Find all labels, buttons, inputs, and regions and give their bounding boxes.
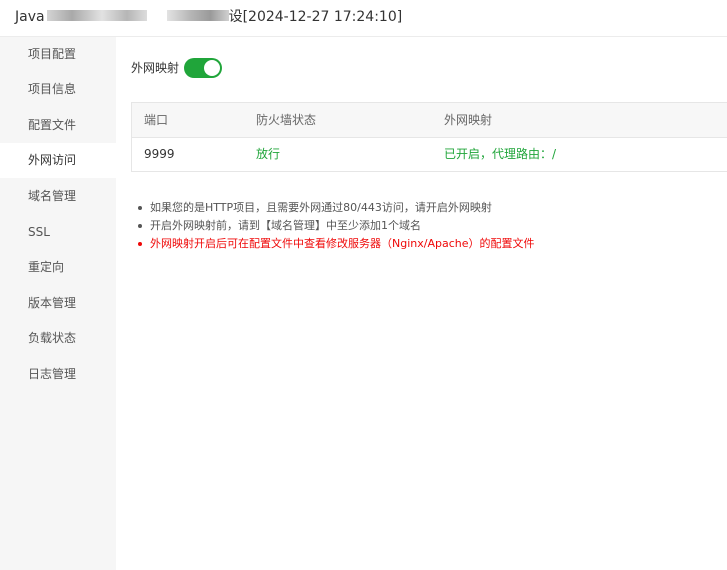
sidebar-item-project-config[interactable]: 项目配置 <box>0 37 116 72</box>
sidebar-item-redirect[interactable]: 重定向 <box>0 250 116 285</box>
main-content: 外网映射 端口 防火墙状态 外网映射 9999 放行 已开启，代理路由：/ 如果… <box>116 37 727 570</box>
sidebar-item-label: SSL <box>28 225 50 239</box>
tip-item: 如果您的是HTTP项目，且需要外网通过80/443访问，请开启外网映射 <box>138 199 698 217</box>
tips-list: 如果您的是HTTP项目，且需要外网通过80/443访问，请开启外网映射 开启外网… <box>138 199 698 253</box>
sidebar-item-label: 项目信息 <box>28 82 77 96</box>
sidebar-item-label: 重定向 <box>28 260 65 274</box>
column-header-port: 端口 <box>144 113 169 127</box>
title-blur-block <box>166 10 229 21</box>
table-header-row: 端口 防火墙状态 外网映射 <box>132 103 727 138</box>
sidebar-item-config-file[interactable]: 配置文件 <box>0 108 116 143</box>
external-mapping-label: 外网映射 <box>131 61 180 75</box>
window-title-prefix: Java <box>15 9 45 25</box>
sidebar-item-label: 版本管理 <box>28 296 77 310</box>
sidebar-item-external-access[interactable]: 外网访问 <box>0 143 116 178</box>
sidebar-item-version-management[interactable]: 版本管理 <box>0 286 116 321</box>
sidebar-item-label: 域名管理 <box>28 189 77 203</box>
tip-item: 开启外网映射前，请到【域名管理】中至少添加1个域名 <box>138 217 698 235</box>
title-bar: Java 设[2024-12-27 17:24:10] <box>0 0 727 37</box>
sidebar-item-label: 日志管理 <box>28 367 77 381</box>
window-title-suffix: 设[2024-12-27 17:24:10] <box>228 9 403 25</box>
project-settings-window: Java 设[2024-12-27 17:24:10] 项目配置 项目信息 配置文… <box>0 0 727 570</box>
mapping-status-cell: 已开启，代理路由：/ <box>444 147 557 161</box>
sidebar-item-project-info[interactable]: 项目信息 <box>0 72 116 107</box>
port-cell: 9999 <box>144 147 175 161</box>
firewall-status-cell: 放行 <box>256 147 281 161</box>
window-title: Java 设[2024-12-27 17:24:10] <box>15 8 402 26</box>
title-blur-block <box>46 10 147 21</box>
sidebar-item-label: 外网访问 <box>28 153 77 167</box>
external-mapping-toggle[interactable] <box>184 58 222 78</box>
column-header-firewall-status: 防火墙状态 <box>256 113 317 127</box>
toggle-knob <box>204 60 220 76</box>
sidebar-item-load-status[interactable]: 负载状态 <box>0 321 116 356</box>
tip-item-warning: 外网映射开启后可在配置文件中查看修改服务器（Nginx/Apache）的配置文件 <box>138 235 698 253</box>
sidebar-item-label: 项目配置 <box>28 47 77 61</box>
table-row: 9999 放行 已开启，代理路由：/ <box>132 138 727 171</box>
sidebar-item-domain-management[interactable]: 域名管理 <box>0 179 116 214</box>
mapping-table: 端口 防火墙状态 外网映射 9999 放行 已开启，代理路由：/ <box>131 102 727 172</box>
sidebar-item-log-management[interactable]: 日志管理 <box>0 357 116 392</box>
sidebar-item-ssl[interactable]: SSL <box>0 215 116 250</box>
sidebar-item-label: 配置文件 <box>28 118 77 132</box>
sidebar-item-label: 负载状态 <box>28 331 77 345</box>
sidebar: 项目配置 项目信息 配置文件 外网访问 域名管理 SSL 重定向 版本管理 负载… <box>0 37 116 570</box>
column-header-external-mapping: 外网映射 <box>444 113 493 127</box>
